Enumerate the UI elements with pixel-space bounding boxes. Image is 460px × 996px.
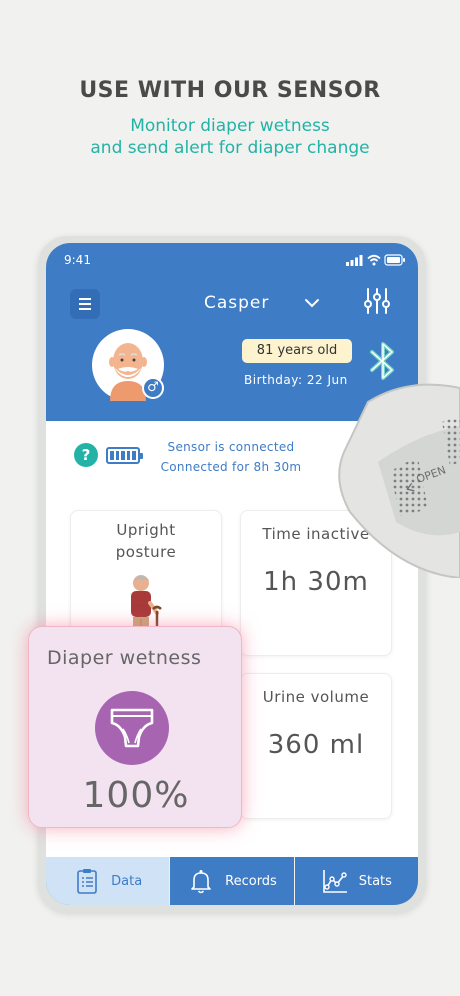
patient-name[interactable]: Casper bbox=[204, 293, 269, 313]
nav-label-data: Data bbox=[111, 873, 143, 889]
sensor-duration: Connected for 8h 30m bbox=[160, 460, 302, 474]
promo-subline-1: Monitor diaper wetness bbox=[130, 116, 330, 136]
clipboard-icon bbox=[77, 869, 97, 894]
line-chart-icon bbox=[322, 870, 347, 893]
wifi-icon bbox=[367, 254, 381, 262]
status-icons bbox=[346, 254, 405, 266]
diaper-wetness-card[interactable]: Diaper wetness 100% bbox=[28, 626, 242, 828]
nav-label-records: Records bbox=[225, 873, 277, 889]
urine-volume-label: Urine volume bbox=[262, 688, 370, 706]
urine-volume-card[interactable]: Urine volume 360 ml bbox=[240, 673, 392, 819]
sensor-battery-icon bbox=[106, 447, 143, 464]
diaper-wetness-value: 100% bbox=[82, 775, 190, 816]
bell-icon bbox=[191, 870, 211, 894]
male-gender-icon: ♂ bbox=[142, 377, 164, 399]
posture-label-1: Upright bbox=[116, 521, 176, 539]
diaper-icon-badge bbox=[95, 691, 169, 765]
promo-headline: USE WITH OUR SENSOR bbox=[79, 78, 381, 103]
bluetooth-connected-icon bbox=[370, 342, 394, 380]
sensor-device-image: OPEN bbox=[338, 383, 460, 578]
age-badge: 81 years old bbox=[242, 339, 352, 363]
promo-subline-2: and send alert for diaper change bbox=[90, 138, 370, 158]
help-icon[interactable]: ? bbox=[74, 443, 98, 467]
diaper-wetness-label: Diaper wetness bbox=[47, 647, 202, 669]
nav-tab-data[interactable]: Data bbox=[46, 857, 171, 905]
sensor-status: Sensor is connected bbox=[167, 440, 295, 454]
diaper-icon bbox=[110, 708, 154, 748]
signal-icon bbox=[346, 255, 363, 266]
status-time: 9:41 bbox=[64, 253, 91, 267]
chevron-down-icon[interactable] bbox=[304, 297, 320, 309]
urine-volume-value: 360 ml bbox=[267, 730, 365, 760]
bottom-nav: Data Records Stats bbox=[46, 857, 418, 905]
nav-tab-records[interactable]: Records bbox=[170, 857, 295, 905]
nav-label-stats: Stats bbox=[358, 873, 392, 889]
menu-button[interactable] bbox=[70, 289, 100, 319]
settings-sliders-icon[interactable] bbox=[364, 287, 390, 315]
nav-tab-stats[interactable]: Stats bbox=[295, 857, 418, 905]
battery-status-icon bbox=[384, 254, 405, 266]
posture-label-2: posture bbox=[115, 543, 177, 561]
birthday-label: Birthday: 22 Jun bbox=[244, 373, 348, 387]
